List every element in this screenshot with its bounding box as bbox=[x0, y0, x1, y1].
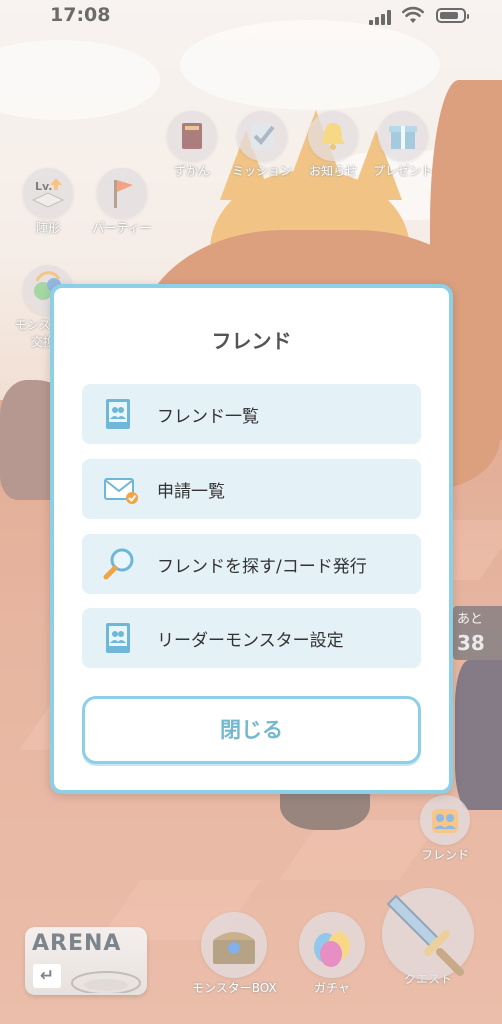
friend-list-label: フレンド一覧 bbox=[157, 407, 259, 427]
leader-monster-item[interactable]: リーダーモンスター設定 bbox=[82, 608, 421, 668]
friend-list-item[interactable]: フレンド一覧 bbox=[82, 384, 421, 444]
dialog-title: フレンド bbox=[211, 329, 292, 353]
mail-check-icon bbox=[104, 478, 138, 504]
find-friend-label: フレンドを探す/コード発行 bbox=[157, 557, 367, 577]
request-list-label: 申請一覧 bbox=[157, 482, 225, 502]
friend-book-icon bbox=[106, 399, 130, 429]
friend-dialog: フレンド フレンド一覧 申請一覧 フレンドを探す/コード発行 リーダーモンスター… bbox=[50, 284, 453, 794]
close-button[interactable]: 閉じる bbox=[82, 696, 421, 764]
friend-book-icon bbox=[106, 623, 130, 653]
leader-monster-label: リーダーモンスター設定 bbox=[157, 631, 344, 651]
find-friend-item[interactable]: フレンドを探す/コード発行 bbox=[82, 534, 421, 594]
magnifier-icon bbox=[103, 548, 134, 580]
request-list-item[interactable]: 申請一覧 bbox=[82, 459, 421, 519]
